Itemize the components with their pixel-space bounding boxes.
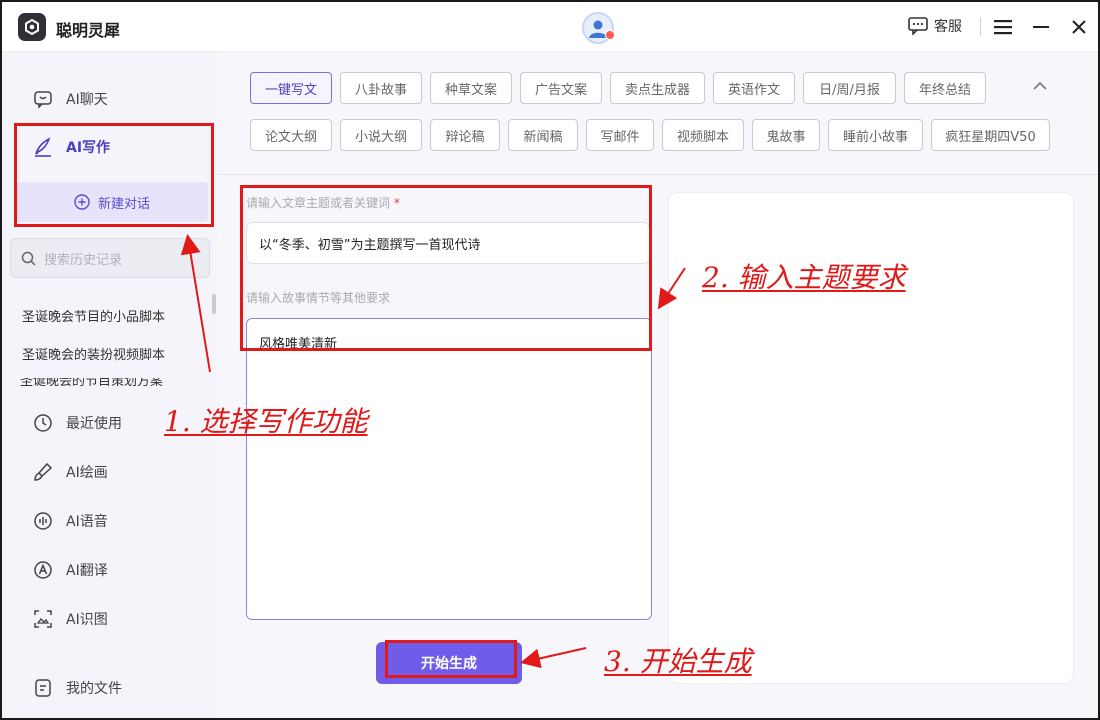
category-chip[interactable]: 疯狂星期四V50 xyxy=(931,119,1050,151)
app-title: 聪明灵犀 xyxy=(56,21,121,40)
search-placeholder: 搜索历史记录 xyxy=(44,252,123,268)
annotation-step1: 1. 选择写作功能 xyxy=(164,405,368,438)
history-item[interactable]: 圣诞晚会的装扮视频脚本 xyxy=(22,344,207,363)
section-divider xyxy=(218,174,1098,175)
app-logo xyxy=(18,13,46,41)
chat-bubble-icon xyxy=(908,17,928,35)
category-chip[interactable]: 种草文案 xyxy=(430,72,512,104)
sidebar-item-ai-paint[interactable]: AI绘画 xyxy=(32,461,108,483)
history-item[interactable]: 圣诞晚会节目的小品脚本 xyxy=(22,306,207,325)
category-chip[interactable]: 辩论稿 xyxy=(430,119,500,151)
search-icon xyxy=(21,251,36,266)
file-icon xyxy=(32,677,54,699)
sidebar-item-label: AI聊天 xyxy=(66,92,108,108)
hamburger-icon xyxy=(994,20,1012,35)
category-chip[interactable]: 写邮件 xyxy=(586,119,654,151)
sidebar-item-ai-translate[interactable]: AI翻译 xyxy=(32,559,108,581)
close-icon xyxy=(1072,20,1086,34)
history-item-partial[interactable]: 圣诞晚会的节目策划方案 xyxy=(20,378,190,386)
category-chip[interactable]: 一键写文 xyxy=(250,72,332,104)
category-chip[interactable]: 八卦故事 xyxy=(340,72,422,104)
sidebar-item-ai-image-recognition[interactable]: AI识图 xyxy=(32,608,108,630)
titlebar-separator xyxy=(980,18,981,36)
title-bar: 聪明灵犀 客服 xyxy=(2,2,1098,52)
support-label: 客服 xyxy=(934,19,962,35)
history-search-input[interactable]: 搜索历史记录 xyxy=(10,238,210,278)
category-chip[interactable]: 新闻稿 xyxy=(508,119,578,151)
clock-icon xyxy=(32,412,54,434)
avatar-badge xyxy=(605,30,615,40)
translate-icon xyxy=(32,559,54,581)
category-chip[interactable]: 广告文案 xyxy=(520,72,602,104)
sidebar-item-recent[interactable]: 最近使用 xyxy=(32,412,122,434)
annotation-box-generate xyxy=(385,640,517,678)
sidebar-item-ai-chat[interactable]: AI聊天 xyxy=(32,88,108,110)
annotation-box-write xyxy=(14,123,214,227)
sidebar-item-label: 最近使用 xyxy=(66,416,122,432)
category-chip[interactable]: 论文大纲 xyxy=(250,119,332,151)
close-button[interactable] xyxy=(1066,14,1092,40)
details-textarea[interactable]: 风格唯美清新 xyxy=(246,318,652,620)
category-chip[interactable]: 睡前小故事 xyxy=(828,119,923,151)
annotation-step3: 3. 开始生成 xyxy=(604,645,752,678)
chevron-up-icon[interactable] xyxy=(1030,76,1050,96)
sidebar-item-label: AI语音 xyxy=(66,514,108,530)
minimize-icon xyxy=(1033,26,1049,28)
chat-icon xyxy=(32,88,54,110)
sidebar-item-ai-voice[interactable]: AI语音 xyxy=(32,510,108,532)
category-chip[interactable]: 英语作文 xyxy=(713,72,795,104)
sidebar-item-label: AI识图 xyxy=(66,612,108,628)
history-scrollbar[interactable] xyxy=(212,294,216,314)
app-window: 聪明灵犀 客服 AI聊天 AI写作 新建对话 搜索历史记录 圣诞晚会节目的小品脚… xyxy=(0,0,1100,720)
annotation-box-form xyxy=(240,185,652,351)
menu-button[interactable] xyxy=(990,14,1016,40)
category-chip[interactable]: 卖点生成器 xyxy=(610,72,705,104)
image-scan-icon xyxy=(32,608,54,630)
user-avatar[interactable] xyxy=(582,12,615,44)
voice-icon xyxy=(32,510,54,532)
category-chip[interactable]: 小说大纲 xyxy=(340,119,422,151)
annotation-step2: 2. 输入主题要求 xyxy=(702,261,906,294)
sidebar-item-label: 我的文件 xyxy=(66,681,122,697)
sidebar-item-my-files[interactable]: 我的文件 xyxy=(32,677,122,699)
brush-icon xyxy=(32,461,54,483)
category-chip[interactable]: 日/周/月报 xyxy=(803,72,896,104)
category-chip[interactable]: 鬼故事 xyxy=(752,119,820,151)
category-chip[interactable]: 年终总结 xyxy=(904,72,986,104)
sidebar-item-label: AI翻译 xyxy=(66,563,108,579)
support-button[interactable]: 客服 xyxy=(908,16,962,36)
category-chip[interactable]: 视频脚本 xyxy=(662,119,744,151)
sidebar-item-label: AI绘画 xyxy=(66,465,108,481)
minimize-button[interactable] xyxy=(1028,14,1054,40)
